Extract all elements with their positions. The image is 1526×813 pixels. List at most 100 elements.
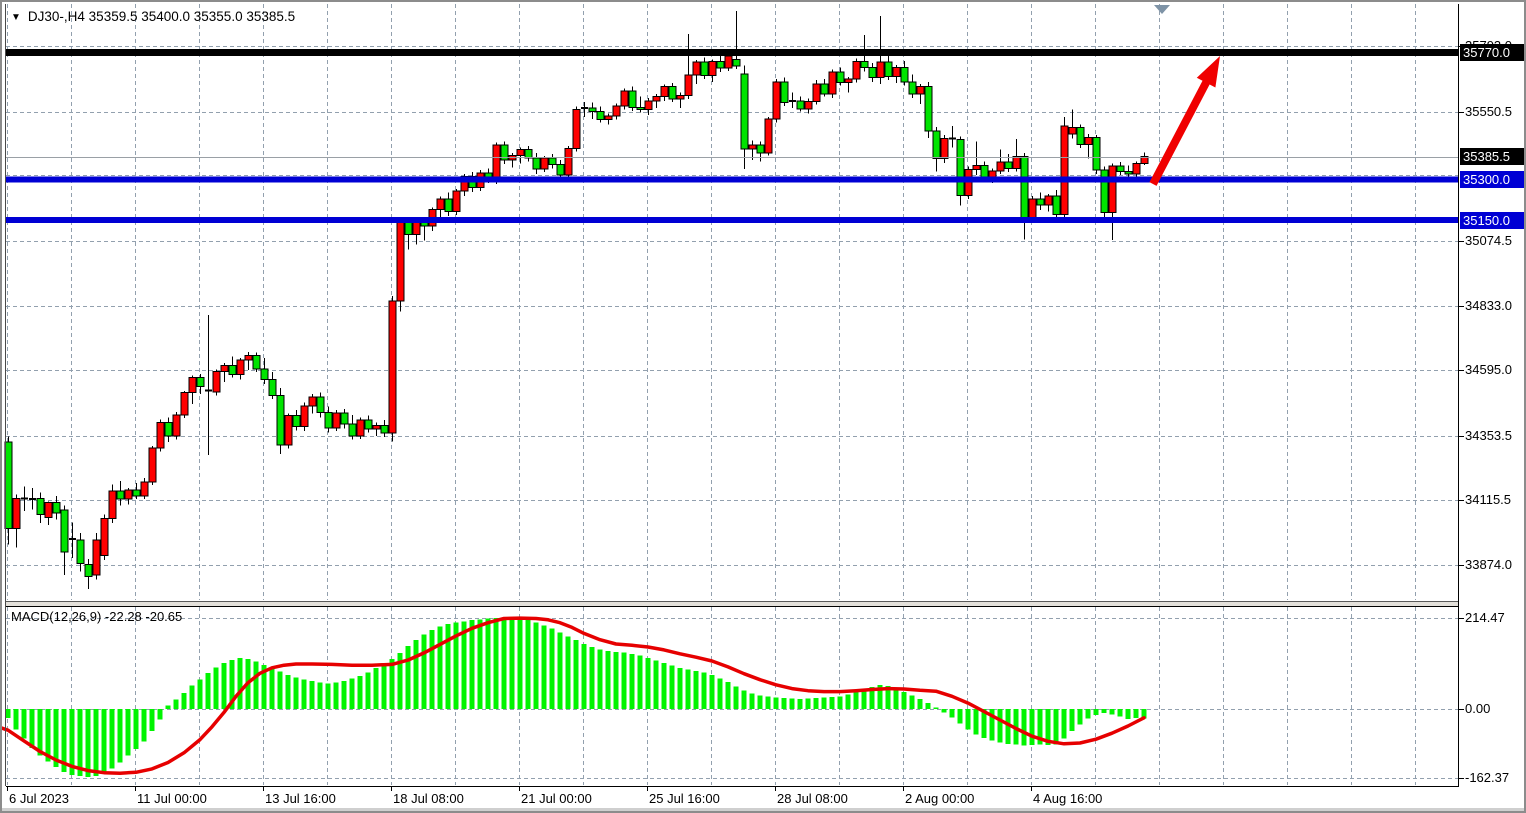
candle-body: [869, 67, 876, 77]
candle-body: [1029, 199, 1036, 218]
candle-body: [261, 369, 268, 380]
macd-histogram-bar: [430, 630, 435, 709]
macd-histogram-bar: [558, 633, 563, 709]
candle-body: [1021, 156, 1028, 218]
trend-arrow-shaft[interactable]: [1153, 77, 1209, 184]
macd-histogram-bar: [1134, 709, 1139, 718]
candle-body: [845, 79, 852, 83]
macd-histogram-bar: [598, 650, 603, 709]
macd-histogram-bar: [782, 698, 787, 709]
candle-body: [45, 503, 52, 518]
macd-histogram-bar: [142, 709, 147, 741]
candle-body: [549, 158, 556, 164]
macd-histogram-bar: [406, 646, 411, 709]
candle-body: [101, 519, 108, 556]
candle-body: [85, 565, 92, 577]
candle-body: [365, 420, 372, 429]
macd-histogram-bar: [830, 697, 835, 709]
candle-body: [797, 101, 804, 109]
doji-bar: [789, 100, 796, 102]
candle-body: [245, 355, 252, 360]
candle-body: [493, 145, 500, 180]
macd-histogram-bar: [30, 709, 35, 748]
candle-body: [829, 72, 836, 94]
macd-histogram-bar: [574, 640, 579, 709]
macd-histogram-bar: [686, 669, 691, 709]
candle-body: [685, 75, 692, 96]
chart-canvas[interactable]: [2, 2, 1526, 813]
macd-histogram-bar: [1030, 709, 1035, 745]
trend-arrow-head[interactable]: [1197, 56, 1220, 87]
candle-body: [333, 413, 340, 428]
macd-histogram-bar: [614, 652, 619, 709]
candle-body: [141, 482, 148, 496]
macd-histogram-bar: [510, 618, 515, 709]
candle-body: [629, 91, 636, 107]
macd-histogram-bar: [326, 684, 331, 709]
candle-body: [605, 116, 612, 120]
macd-histogram-bar: [486, 618, 491, 709]
macd-histogram-bar: [582, 644, 587, 709]
macd-signal-line: [2, 618, 1144, 773]
panel-separator[interactable]: [6, 602, 1458, 606]
trading-chart-window: ▼DJ30-,H4 35359.5 35400.0 35355.0 35385.…: [0, 0, 1526, 813]
time-axis-scale[interactable]: [2, 788, 1458, 808]
candle-body: [349, 424, 356, 436]
macd-histogram-bar: [278, 672, 283, 709]
candle-body: [709, 61, 716, 75]
macd-histogram-bar: [1102, 709, 1107, 713]
candle-body: [741, 74, 748, 149]
macd-histogram-bar: [1110, 709, 1115, 715]
candle-body: [557, 165, 564, 175]
macd-histogram-bar: [934, 707, 939, 709]
candle-body: [653, 96, 660, 100]
candle-body: [837, 72, 844, 83]
macd-histogram-bar: [622, 652, 627, 709]
candle-body: [749, 145, 756, 149]
macd-histogram-bar: [110, 709, 115, 768]
candle-body: [1069, 127, 1076, 133]
candle-body: [957, 139, 964, 195]
candle-body: [565, 149, 572, 175]
candle-body: [909, 82, 916, 94]
candle-body: [853, 61, 860, 79]
macd-histogram-bar: [358, 676, 363, 709]
macd-histogram-bar: [422, 635, 427, 709]
macd-histogram-bar: [438, 627, 443, 709]
macd-histogram-bar: [294, 678, 299, 709]
macd-histogram-bar: [318, 683, 323, 709]
macd-histogram-bar: [630, 654, 635, 709]
macd-histogram-bar: [382, 663, 387, 709]
macd-histogram-bar: [974, 709, 979, 734]
candle-body: [445, 199, 452, 211]
candle-body: [1061, 126, 1068, 214]
macd-histogram-bar: [366, 672, 371, 709]
macd-histogram-bar: [862, 689, 867, 709]
candle-body: [221, 366, 228, 372]
candle-body: [717, 61, 724, 68]
macd-histogram-bar: [238, 658, 243, 709]
candle-body: [669, 86, 676, 98]
candle-body: [613, 106, 620, 116]
doji-bar: [949, 138, 956, 140]
candle-body: [189, 378, 196, 393]
macd-histogram-bar: [1086, 709, 1091, 718]
macd-histogram-bar: [390, 659, 395, 709]
candle-body: [1125, 171, 1132, 173]
macd-histogram-bar: [766, 697, 771, 709]
macd-histogram-bar: [750, 693, 755, 709]
macd-histogram-bar: [1022, 709, 1027, 746]
candle-body: [573, 109, 580, 148]
candle-body: [109, 491, 116, 519]
candle-body: [277, 395, 284, 445]
chart-title: ▼DJ30-,H4 35359.5 35400.0 35355.0 35385.…: [11, 9, 295, 24]
candle-body: [37, 499, 44, 515]
macd-histogram-bar: [350, 678, 355, 709]
candle-body: [701, 62, 708, 75]
macd-histogram-bar: [678, 668, 683, 709]
macd-histogram-bar: [174, 700, 179, 709]
price-axis-scale[interactable]: [1458, 2, 1524, 787]
macd-histogram-bar: [78, 709, 83, 776]
candle-body: [517, 149, 524, 155]
macd-histogram-bar: [718, 678, 723, 709]
